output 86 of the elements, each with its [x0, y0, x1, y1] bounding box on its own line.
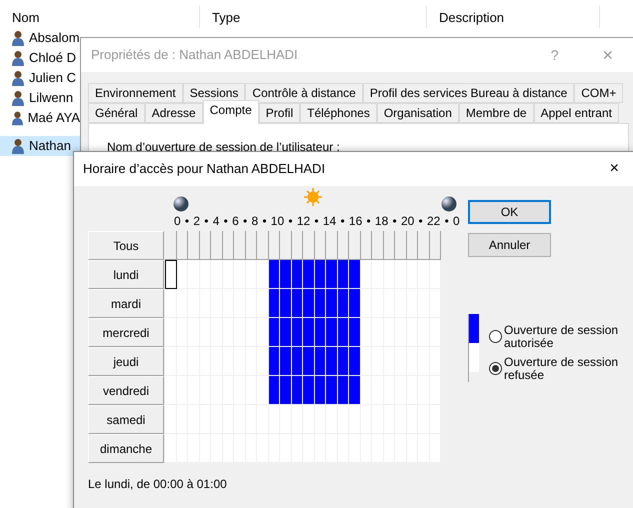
day-button[interactable]: lundi [88, 260, 164, 289]
tab[interactable]: Général [88, 103, 145, 123]
hour-column-button[interactable] [418, 231, 430, 260]
column-header[interactable]: Description [427, 6, 600, 28]
hour-column-button[interactable] [384, 231, 395, 260]
window-title: Propriétés de : Nathan ABDELHADI [91, 46, 298, 64]
tab[interactable]: Contrôle à distance [245, 83, 363, 103]
user-icon [12, 70, 26, 86]
separator-dot: • [366, 213, 371, 230]
separator-dot: • [224, 213, 228, 230]
hour-label: 18 [374, 213, 388, 230]
hour-label: 6 [232, 213, 239, 230]
user-icon [12, 50, 26, 66]
radio-button[interactable] [489, 330, 502, 343]
tab[interactable]: Téléphones [300, 103, 377, 123]
hour-column-button[interactable] [395, 231, 406, 260]
user-row[interactable]: Chloé D [0, 48, 80, 68]
hour-column-button[interactable] [222, 231, 234, 260]
radio-label: Ouverture de session refusée [504, 356, 620, 382]
hour-label: 8 [251, 213, 258, 230]
moon-icon [441, 196, 457, 212]
hour-column-button[interactable] [200, 231, 211, 260]
moon-icon [173, 196, 189, 212]
hour-label: 12 [296, 213, 310, 230]
user-row[interactable]: Maé AYA [0, 108, 80, 128]
separator-dot: • [392, 213, 397, 230]
day-button[interactable]: mercredi [88, 318, 164, 347]
hour-column-button[interactable] [406, 231, 418, 260]
day-button[interactable]: mardi [88, 289, 164, 318]
user-row[interactable]: Absalom [0, 28, 80, 48]
hour-column-button[interactable] [372, 231, 384, 260]
hour-label: 20 [400, 213, 414, 230]
cancel-button[interactable]: Annuler [468, 233, 551, 257]
hour-label: 10 [270, 213, 284, 230]
tab[interactable]: Organisation [376, 103, 459, 123]
day-button[interactable]: samedi [88, 405, 164, 434]
hour-column-button[interactable] [234, 231, 246, 260]
column-header[interactable]: Nom [0, 6, 200, 28]
day-button[interactable]: vendredi [88, 376, 164, 405]
separator-dot: • [314, 213, 319, 230]
status-text: Le lundi, de 00:00 à 01:00 [88, 476, 227, 493]
hour-label: 22 [426, 213, 440, 230]
user-icon [12, 138, 26, 154]
tab[interactable]: Profil des services Bureau à distance [362, 83, 574, 103]
user-icon [12, 30, 26, 46]
hour-column-button[interactable] [211, 231, 222, 260]
hour-label: 14 [322, 213, 336, 230]
user-row[interactable]: Lilwenn [0, 88, 80, 108]
radio-button[interactable] [489, 362, 502, 375]
user-row[interactable]: Nathan [0, 136, 80, 156]
hour-column-button[interactable] [430, 231, 441, 260]
user-icon [12, 110, 25, 126]
separator-dot: • [262, 213, 267, 230]
column-header[interactable]: Type [200, 6, 427, 28]
ok-button[interactable]: OK [468, 200, 551, 224]
tab[interactable]: Profil [258, 103, 300, 123]
separator-dot: • [444, 213, 449, 230]
tab[interactable]: COM+ [574, 83, 624, 103]
hour-label: 4 [212, 213, 220, 230]
separator-dot: • [418, 213, 423, 230]
hour-label: 2 [193, 213, 200, 230]
field-label: Nom d’ouverture de session de l’utilisateur : [107, 140, 340, 154]
window-title: Horaire d’accès pour Nathan ABDELHADI [83, 160, 326, 178]
user-icon [12, 90, 26, 106]
radio-label: Ouverture de session autorisée [504, 324, 620, 350]
sun-icon [304, 188, 322, 206]
tab[interactable]: Adresse [144, 103, 203, 123]
schedule-cell[interactable] [165, 260, 176, 289]
day-button[interactable]: dimanche [88, 434, 164, 463]
hour-column-button[interactable] [246, 231, 257, 260]
separator-dot: • [204, 213, 208, 230]
tab[interactable]: Compte [202, 100, 259, 124]
tab[interactable]: Appel entrant [534, 103, 619, 123]
hour-label: 0 [174, 213, 181, 230]
separator-dot: • [243, 213, 248, 230]
close-button[interactable]: × [610, 157, 619, 181]
day-button[interactable]: jeudi [88, 347, 164, 376]
hour-label: 0 [453, 213, 460, 230]
tab[interactable]: Membre de [458, 103, 534, 123]
user-row[interactable]: Julien C [0, 68, 80, 88]
tab[interactable]: Environnement [88, 83, 183, 103]
hour-label: 16 [348, 213, 362, 230]
separator-dot: • [340, 213, 345, 230]
separator-dot: • [288, 213, 293, 230]
separator-dot: • [184, 213, 190, 230]
select-all-button[interactable]: Tous [88, 231, 164, 260]
